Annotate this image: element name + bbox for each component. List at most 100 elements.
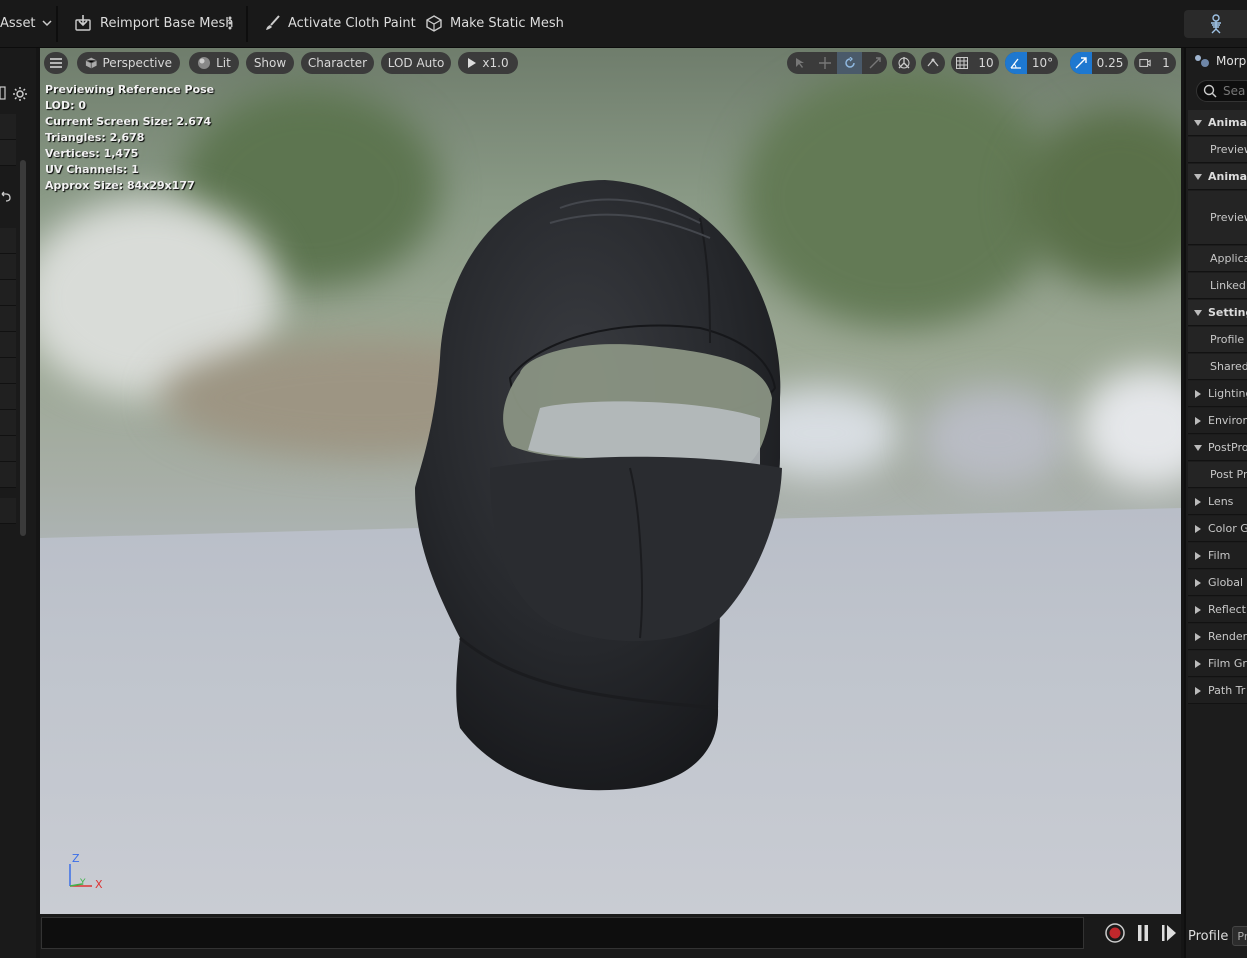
scale-snap-value[interactable]: 0.25 xyxy=(1092,52,1128,74)
chevron-down-icon[interactable] xyxy=(1188,119,1208,127)
chevron-right-icon[interactable] xyxy=(1188,524,1208,534)
surface-snap-button[interactable] xyxy=(921,52,945,74)
profile-dropdown-value: Pr xyxy=(1237,929,1247,943)
scale-snap-toggle[interactable] xyxy=(1070,52,1092,74)
step-forward-button[interactable] xyxy=(1159,923,1179,943)
chevron-down-icon[interactable] xyxy=(1188,444,1208,452)
character-button[interactable]: Character xyxy=(301,52,374,74)
undo-icon[interactable] xyxy=(0,190,12,202)
left-panel-row[interactable] xyxy=(0,384,16,410)
camera-speed-value[interactable]: 1 xyxy=(1156,52,1176,74)
details-row-3[interactable]: Preview xyxy=(1188,191,1247,245)
details-row-17[interactable]: Reflect xyxy=(1188,597,1247,623)
left-panel-row[interactable] xyxy=(0,410,16,436)
details-row-5[interactable]: Linked xyxy=(1188,273,1247,299)
chevron-right-icon[interactable] xyxy=(1188,659,1208,669)
background-tree xyxy=(1020,108,1181,288)
perspective-button[interactable]: Perspective xyxy=(77,52,180,74)
details-row-7[interactable]: Profile xyxy=(1188,327,1247,353)
coordinate-space-button[interactable] xyxy=(892,52,916,74)
previewing-pose-text: Previewing Reference Pose xyxy=(45,83,215,96)
rotation-snap-group[interactable]: 10° xyxy=(1005,52,1058,74)
chevron-down-icon[interactable] xyxy=(1188,173,1208,181)
details-row-4[interactable]: Applica xyxy=(1188,246,1247,272)
details-row-18[interactable]: Render xyxy=(1188,624,1247,650)
chevron-right-icon[interactable] xyxy=(1188,416,1208,426)
details-row-11[interactable]: PostPro xyxy=(1188,435,1247,461)
chevron-down-icon[interactable] xyxy=(1188,309,1208,317)
details-row-9[interactable]: Lighting xyxy=(1188,381,1247,407)
record-button[interactable] xyxy=(1105,923,1125,943)
paint-brush-icon xyxy=(266,15,280,30)
make-static-mesh-button[interactable]: Make Static Mesh xyxy=(424,10,564,36)
chevron-right-icon[interactable] xyxy=(1188,389,1208,399)
chevron-right-icon[interactable] xyxy=(1188,497,1208,507)
lod-auto-button[interactable]: LOD Auto xyxy=(381,52,451,74)
left-panel-row[interactable] xyxy=(0,140,16,166)
scale-tool-button[interactable] xyxy=(862,52,887,74)
grid-snap-toggle[interactable] xyxy=(951,52,973,74)
details-row-20[interactable]: Path Tr xyxy=(1188,678,1247,704)
profile-dropdown[interactable]: Pr xyxy=(1232,926,1247,946)
left-panel-row[interactable] xyxy=(0,498,16,524)
static-mesh-icon xyxy=(426,15,442,32)
left-panel-row[interactable] xyxy=(0,280,16,306)
left-panel-row[interactable] xyxy=(0,306,16,332)
camera-speed-group[interactable]: 1 xyxy=(1134,52,1176,74)
details-row-16[interactable]: Global I xyxy=(1188,570,1247,596)
select-tool-button[interactable] xyxy=(787,52,812,74)
morph-tab-label: Morph xyxy=(1216,54,1247,68)
left-panel-row[interactable] xyxy=(0,254,16,280)
rotate-tool-button[interactable] xyxy=(837,52,862,74)
details-row-2[interactable]: Animat xyxy=(1188,164,1247,190)
grid-snap-value[interactable]: 10 xyxy=(973,52,999,74)
left-panel-row[interactable] xyxy=(0,228,16,254)
translate-tool-button[interactable] xyxy=(812,52,837,74)
activate-cloth-paint-button[interactable]: Activate Cloth Paint xyxy=(264,10,416,36)
3d-viewport[interactable]: Perspective Lit Show Character LOD Auto … xyxy=(40,48,1181,914)
chevron-right-icon[interactable] xyxy=(1188,578,1208,588)
chevron-right-icon[interactable] xyxy=(1188,551,1208,561)
details-row-13[interactable]: Lens xyxy=(1188,489,1247,515)
skeleton-editor-button[interactable] xyxy=(1184,10,1247,38)
left-panel-row[interactable] xyxy=(0,114,16,140)
morph-tab[interactable]: Morph xyxy=(1194,50,1247,72)
details-row-14[interactable]: Color G xyxy=(1188,516,1247,542)
left-panel-row[interactable] xyxy=(0,358,16,384)
chevron-right-icon[interactable] xyxy=(1188,605,1208,615)
left-panel-scrollbar[interactable] xyxy=(20,160,26,536)
left-panel-row[interactable] xyxy=(0,332,16,358)
scale-snap-group[interactable]: 0.25 xyxy=(1070,52,1128,74)
details-row-6[interactable]: Setting xyxy=(1188,300,1247,326)
details-row-0[interactable]: Animat xyxy=(1188,110,1247,136)
details-row-19[interactable]: Film Gr xyxy=(1188,651,1247,677)
chevron-right-icon[interactable] xyxy=(1188,686,1208,696)
details-row-10[interactable]: Environ xyxy=(1188,408,1247,434)
rotation-snap-toggle[interactable] xyxy=(1005,52,1027,74)
lod-auto-label: LOD Auto xyxy=(387,56,445,70)
details-row-1[interactable]: Preview xyxy=(1188,137,1247,163)
details-search-input[interactable]: Sea xyxy=(1196,80,1247,102)
details-row-8[interactable]: Shared xyxy=(1188,354,1247,380)
asset-menu[interactable]: Asset xyxy=(0,10,52,36)
details-row-12[interactable]: Post Pr xyxy=(1188,462,1247,488)
left-panel-row[interactable] xyxy=(0,436,16,462)
camera-speed-toggle[interactable] xyxy=(1134,52,1156,74)
reimport-options-button[interactable] xyxy=(228,10,232,36)
viewport-menu-button[interactable] xyxy=(44,52,68,74)
show-button[interactable]: Show xyxy=(246,52,294,74)
lit-mode-button[interactable]: Lit xyxy=(189,52,239,74)
rotation-snap-value[interactable]: 10° xyxy=(1027,52,1058,74)
grid-icon[interactable] xyxy=(0,86,6,100)
grid-snap-group[interactable]: 10 xyxy=(951,52,999,74)
left-panel-row[interactable] xyxy=(0,462,16,488)
settings-gear-icon[interactable] xyxy=(12,86,28,102)
pause-button[interactable] xyxy=(1133,923,1153,943)
details-row-15[interactable]: Film xyxy=(1188,543,1247,569)
reimport-base-mesh-button[interactable]: Reimport Base Mesh xyxy=(74,10,234,36)
timeline-track[interactable] xyxy=(41,917,1084,949)
activate-cloth-paint-label: Activate Cloth Paint xyxy=(288,15,416,31)
balaclava-mesh[interactable] xyxy=(400,168,820,808)
playback-speed-button[interactable]: x1.0 xyxy=(458,52,518,74)
chevron-right-icon[interactable] xyxy=(1188,632,1208,642)
